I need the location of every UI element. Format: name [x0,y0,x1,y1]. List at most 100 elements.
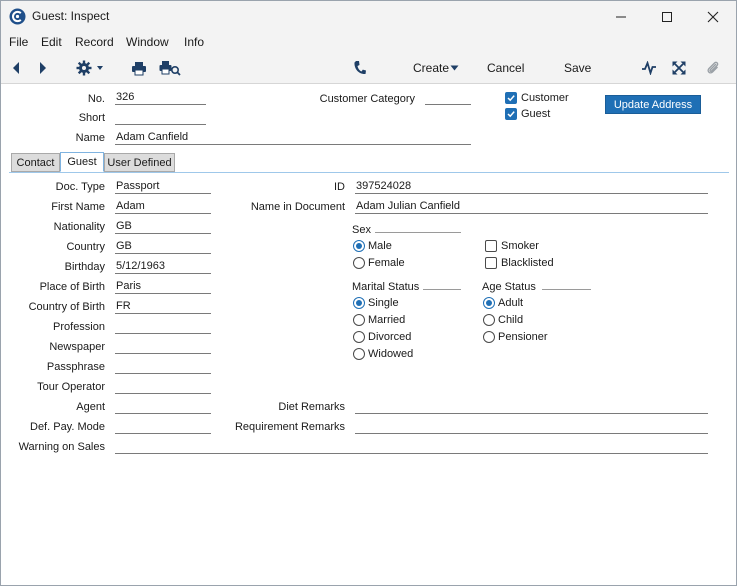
requirement-remarks-label: Requirement Remarks [234,421,345,433]
menu-bar: File Edit Record Window Info [1,32,736,52]
place-of-birth-field[interactable]: Paris [115,280,211,294]
checkmark-icon [507,111,515,118]
toolbar: Create Cancel Save [1,52,736,84]
country-of-birth-field[interactable]: FR [115,300,211,314]
customer-category-field[interactable] [425,91,471,105]
name-in-document-field[interactable]: Adam Julian Canfield [355,200,708,214]
menu-record[interactable]: Record [75,35,114,49]
age-adult-label: Adult [498,297,524,309]
smoker-label: Smoker [501,240,539,252]
newspaper-field[interactable] [115,340,211,354]
passphrase-field[interactable] [115,360,211,374]
short-field[interactable] [115,111,206,125]
requirement-remarks-field[interactable] [355,420,708,434]
first-name-label: First Name [51,201,105,213]
phone-icon [354,61,366,75]
tour-operator-field[interactable] [115,380,211,394]
menu-edit[interactable]: Edit [41,35,62,49]
tab-divider [9,172,729,173]
marital-single-radio[interactable] [353,297,365,309]
smoker-checkbox[interactable] [485,240,497,252]
close-button[interactable] [690,1,736,32]
operations-menu-button[interactable] [75,59,107,77]
cancel-button[interactable]: Cancel [487,61,524,75]
age-pensioner-radio[interactable] [483,331,495,343]
guest-checkbox-label: Guest [521,108,551,120]
minimize-button[interactable] [598,1,644,32]
marital-divorced-radio[interactable] [353,331,365,343]
tab-contact[interactable]: Contact [11,153,60,172]
menu-window[interactable]: Window [126,35,169,49]
newspaper-label: Newspaper [49,341,105,353]
guest-checkbox[interactable] [505,108,517,120]
nationality-label: Nationality [53,221,105,233]
passphrase-label: Passphrase [46,361,105,373]
forward-button[interactable] [34,59,52,77]
menu-file[interactable]: File [9,35,28,49]
age-child-radio[interactable] [483,314,495,326]
tab-user-defined[interactable]: User Defined [104,153,175,172]
age-pensioner-label: Pensioner [498,331,548,343]
sex-group-title: Sex [352,224,371,236]
warning-on-sales-field[interactable] [115,440,708,454]
agent-field[interactable] [115,400,211,414]
name-field[interactable]: Adam Canfield [115,131,471,145]
print-button[interactable] [130,59,148,77]
birthday-field[interactable]: 5/12/1963 [115,260,211,274]
def-pay-mode-label: Def. Pay. Mode [30,421,105,433]
profession-label: Profession [53,321,105,333]
activity-icon [642,61,656,75]
nationality-field[interactable]: GB [115,220,211,234]
country-of-birth-label: Country of Birth [28,301,105,313]
id-field[interactable]: 397524028 [355,180,708,194]
chevron-down-icon [450,65,458,71]
forward-arrow-icon [40,62,46,74]
save-button[interactable]: Save [564,61,591,75]
print-icon [132,61,146,75]
checkmark-icon [507,95,515,102]
sex-male-radio[interactable] [353,240,365,252]
age-status-divider [542,289,591,290]
age-status-group-title: Age Status [482,281,536,293]
marital-divorced-label: Divorced [368,331,412,343]
close-icon [707,11,719,22]
diet-remarks-field[interactable] [355,400,708,414]
def-pay-mode-field[interactable] [115,420,211,434]
customer-checkbox[interactable] [505,92,517,104]
doc-type-label: Doc. Type [55,181,105,193]
blacklisted-label: Blacklisted [501,257,554,269]
marital-married-radio[interactable] [353,314,365,326]
first-name-field[interactable]: Adam [115,200,211,214]
short-label: Short [78,112,105,124]
age-adult-radio[interactable] [483,297,495,309]
marital-widowed-radio[interactable] [353,348,365,360]
back-button[interactable] [7,59,25,77]
minimize-icon [616,16,626,17]
sex-group-divider [375,232,461,233]
window: Guest: Inspect File Edit Record Window I… [0,0,737,586]
create-dropdown[interactable] [448,59,460,77]
attachment-button[interactable] [704,59,722,77]
print-preview-button[interactable] [159,59,181,77]
no-field[interactable]: 326 [115,91,206,105]
place-of-birth-label: Place of Birth [39,281,105,293]
phone-button[interactable] [351,59,369,77]
profession-field[interactable] [115,320,211,334]
maximize-icon [662,11,672,22]
marital-status-divider [423,289,461,290]
sex-female-radio[interactable] [353,257,365,269]
create-button[interactable]: Create [413,61,449,75]
name-label: Name [75,132,105,144]
activity-button[interactable] [640,59,658,77]
update-address-button[interactable]: Update Address [605,95,701,114]
tab-guest[interactable]: Guest [60,152,104,172]
blacklisted-checkbox[interactable] [485,257,497,269]
doc-type-field[interactable]: Passport [115,180,211,194]
title-bar: Guest: Inspect [1,1,736,32]
maximize-button[interactable] [644,1,690,32]
sex-female-label: Female [368,257,405,269]
expand-button[interactable] [670,59,688,77]
app-icon [9,8,26,25]
country-field[interactable]: GB [115,240,211,254]
menu-info[interactable]: Info [184,35,204,49]
